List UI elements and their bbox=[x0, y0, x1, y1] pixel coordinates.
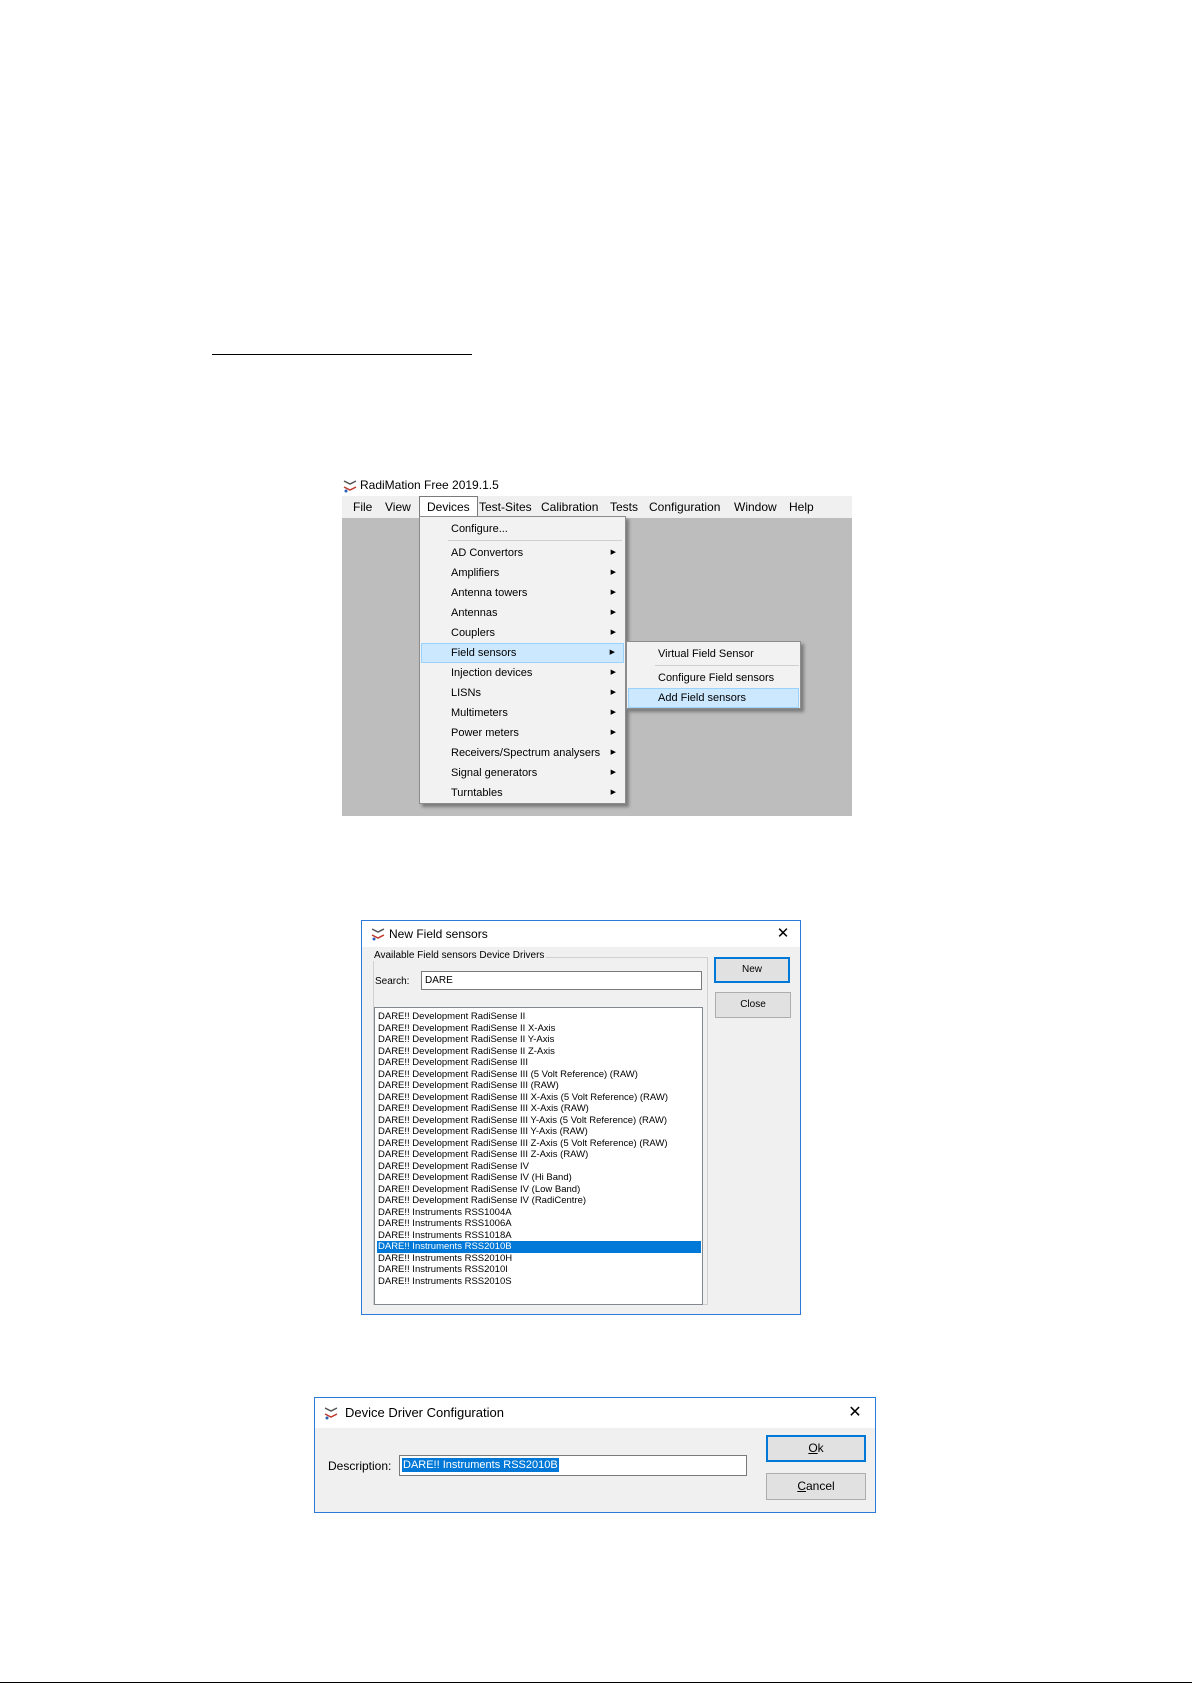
dialog-title: New Field sensors bbox=[389, 927, 488, 941]
submenu-arrow-icon: ▶ bbox=[610, 569, 616, 576]
menu-item-power-meters[interactable]: Power meters ▶ bbox=[421, 723, 624, 743]
heading-underline bbox=[212, 354, 472, 355]
list-item[interactable]: DARE!! Instruments RSS2010H bbox=[377, 1253, 701, 1265]
cancel-button[interactable]: Cancel bbox=[766, 1473, 866, 1500]
menu-window[interactable]: Window bbox=[727, 496, 784, 518]
search-input[interactable] bbox=[421, 971, 702, 990]
menu-item-signal-generators[interactable]: Signal generators ▶ bbox=[421, 763, 624, 783]
radimation-app-icon bbox=[371, 928, 385, 941]
list-item[interactable]: DARE!! Instruments RSS1018A bbox=[377, 1230, 701, 1242]
dialog-title: Device Driver Configuration bbox=[345, 1405, 504, 1420]
ok-button[interactable]: Ok bbox=[766, 1435, 866, 1462]
list-item[interactable]: DARE!! Instruments RSS2010B bbox=[377, 1241, 701, 1253]
list-item[interactable]: DARE!! Instruments RSS1006A bbox=[377, 1218, 701, 1230]
devices-dropdown-menu: Configure... AD Convertors ▶ Amplifiers ▶ … bbox=[419, 516, 626, 804]
menu-item-turntables[interactable]: Turntables ▶ bbox=[421, 783, 624, 803]
menu-file[interactable]: File bbox=[346, 496, 379, 518]
menu-tests[interactable]: Tests bbox=[603, 496, 645, 518]
new-button[interactable]: New bbox=[714, 957, 790, 983]
submenu-item-virtual-field-sensor[interactable]: Virtual Field Sensor bbox=[628, 644, 799, 664]
submenu-arrow-icon: ▶ bbox=[610, 689, 616, 696]
menu-devices[interactable]: Devices bbox=[419, 496, 478, 518]
menu-help[interactable]: Help bbox=[782, 496, 821, 518]
menu-item-configure[interactable]: Configure... bbox=[421, 519, 624, 539]
list-item[interactable]: DARE!! Development RadiSense III (RAW) bbox=[377, 1080, 701, 1092]
list-item[interactable]: DARE!! Development RadiSense III Z-Axis … bbox=[377, 1138, 701, 1150]
list-item[interactable]: DARE!! Development RadiSense IV (RadiCen… bbox=[377, 1195, 701, 1207]
list-item[interactable]: DARE!! Development RadiSense III Y-Axis … bbox=[377, 1126, 701, 1138]
menu-test-sites[interactable]: Test-Sites bbox=[472, 496, 539, 518]
radimation-app-icon bbox=[343, 480, 357, 493]
menu-item-couplers[interactable]: Couplers ▶ bbox=[421, 623, 624, 643]
new-field-sensors-dialog: New Field sensors ✕ Available Field sens… bbox=[361, 920, 801, 1315]
list-item[interactable]: DARE!! Development RadiSense III X-Axis … bbox=[377, 1103, 701, 1115]
menu-item-ad-convertors[interactable]: AD Convertors ▶ bbox=[421, 543, 624, 563]
drivers-listbox[interactable]: DARE!! Development RadiSense II DARE!! De… bbox=[374, 1007, 703, 1305]
menu-calibration[interactable]: Calibration bbox=[534, 496, 605, 518]
list-item[interactable]: DARE!! Instruments RSS2010I bbox=[377, 1264, 701, 1276]
list-item[interactable]: DARE!! Instruments RSS1004A bbox=[377, 1207, 701, 1219]
submenu-arrow-icon: ▶ bbox=[610, 549, 616, 556]
submenu-arrow-icon: ▶ bbox=[610, 749, 616, 756]
menu-item-antennas[interactable]: Antennas ▶ bbox=[421, 603, 624, 623]
list-item[interactable]: DARE!! Development RadiSense III bbox=[377, 1057, 701, 1069]
description-label: Description: bbox=[328, 1459, 392, 1473]
dialog-titlebar: New Field sensors ✕ bbox=[362, 921, 800, 947]
close-icon[interactable]: ✕ bbox=[843, 1401, 867, 1425]
field-sensors-submenu: Virtual Field Sensor Configure Field sen… bbox=[626, 641, 801, 709]
submenu-arrow-icon: ▶ bbox=[610, 729, 616, 736]
submenu-arrow-icon: ▶ bbox=[610, 669, 616, 676]
submenu-arrow-icon: ▶ bbox=[610, 709, 616, 716]
submenu-arrow-icon: ▶ bbox=[610, 769, 616, 776]
menu-item-multimeters[interactable]: Multimeters ▶ bbox=[421, 703, 624, 723]
app-title: RadiMation Free 2019.1.5 bbox=[360, 478, 499, 492]
menu-separator bbox=[448, 540, 622, 541]
submenu-arrow-icon: ▶ bbox=[610, 609, 616, 616]
submenu-item-add-field-sensors[interactable]: Add Field sensors bbox=[628, 688, 799, 708]
page-bottom-rule bbox=[0, 1682, 1192, 1683]
list-item[interactable]: DARE!! Development RadiSense IV (Low Ban… bbox=[377, 1184, 701, 1196]
submenu-arrow-icon: ▶ bbox=[609, 649, 615, 656]
menu-item-antenna-towers[interactable]: Antenna towers ▶ bbox=[421, 583, 624, 603]
radimation-app-icon bbox=[324, 1407, 338, 1420]
search-label: Search: bbox=[375, 976, 410, 987]
list-item[interactable]: DARE!! Development RadiSense III (5 Volt… bbox=[377, 1069, 701, 1081]
menu-item-lisns[interactable]: LISNs ▶ bbox=[421, 683, 624, 703]
menu-separator bbox=[655, 665, 799, 666]
description-value: DARE!! Instruments RSS2010B bbox=[402, 1458, 559, 1472]
dialog-titlebar: Device Driver Configuration ✕ bbox=[315, 1398, 875, 1428]
menubar: File View Devices Test-Sites Calibration… bbox=[342, 496, 852, 518]
menu-item-amplifiers[interactable]: Amplifiers ▶ bbox=[421, 563, 624, 583]
description-field[interactable]: DARE!! Instruments RSS2010B bbox=[399, 1455, 747, 1476]
list-item[interactable]: DARE!! Development RadiSense IV (Hi Band… bbox=[377, 1172, 701, 1184]
menu-item-injection-devices[interactable]: Injection devices ▶ bbox=[421, 663, 624, 683]
list-item[interactable]: DARE!! Development RadiSense III X-Axis … bbox=[377, 1092, 701, 1104]
menu-item-receivers[interactable]: Receivers/Spectrum analysers ▶ bbox=[421, 743, 624, 763]
groupbox-label: Available Field sensors Device Drivers bbox=[372, 950, 547, 961]
list-item[interactable]: DARE!! Development RadiSense IV bbox=[377, 1161, 701, 1173]
submenu-arrow-icon: ▶ bbox=[610, 589, 616, 596]
list-item[interactable]: DARE!! Development RadiSense II Y-Axis bbox=[377, 1034, 701, 1046]
list-item[interactable]: DARE!! Development RadiSense III Y-Axis … bbox=[377, 1115, 701, 1127]
submenu-arrow-icon: ▶ bbox=[610, 629, 616, 636]
submenu-item-configure-field-sensors[interactable]: Configure Field sensors bbox=[628, 668, 799, 688]
menu-screenshot: RadiMation Free 2019.1.5 File View Devic… bbox=[342, 476, 852, 816]
menu-item-field-sensors[interactable]: Field sensors ▶ bbox=[421, 643, 624, 663]
close-icon[interactable]: ✕ bbox=[772, 923, 794, 945]
close-button[interactable]: Close bbox=[715, 992, 791, 1018]
list-item[interactable]: DARE!! Development RadiSense II X-Axis bbox=[377, 1023, 701, 1035]
list-item[interactable]: DARE!! Instruments RSS2010S bbox=[377, 1276, 701, 1288]
device-driver-configuration-dialog: Device Driver Configuration ✕ Descriptio… bbox=[314, 1397, 876, 1513]
list-item[interactable]: DARE!! Development RadiSense II bbox=[377, 1011, 701, 1023]
list-item[interactable]: DARE!! Development RadiSense II Z-Axis bbox=[377, 1046, 701, 1058]
app-titlebar: RadiMation Free 2019.1.5 bbox=[342, 476, 852, 496]
list-item[interactable]: DARE!! Development RadiSense III Z-Axis … bbox=[377, 1149, 701, 1161]
submenu-arrow-icon: ▶ bbox=[610, 789, 616, 796]
menu-view[interactable]: View bbox=[378, 496, 418, 518]
menu-configuration[interactable]: Configuration bbox=[642, 496, 727, 518]
